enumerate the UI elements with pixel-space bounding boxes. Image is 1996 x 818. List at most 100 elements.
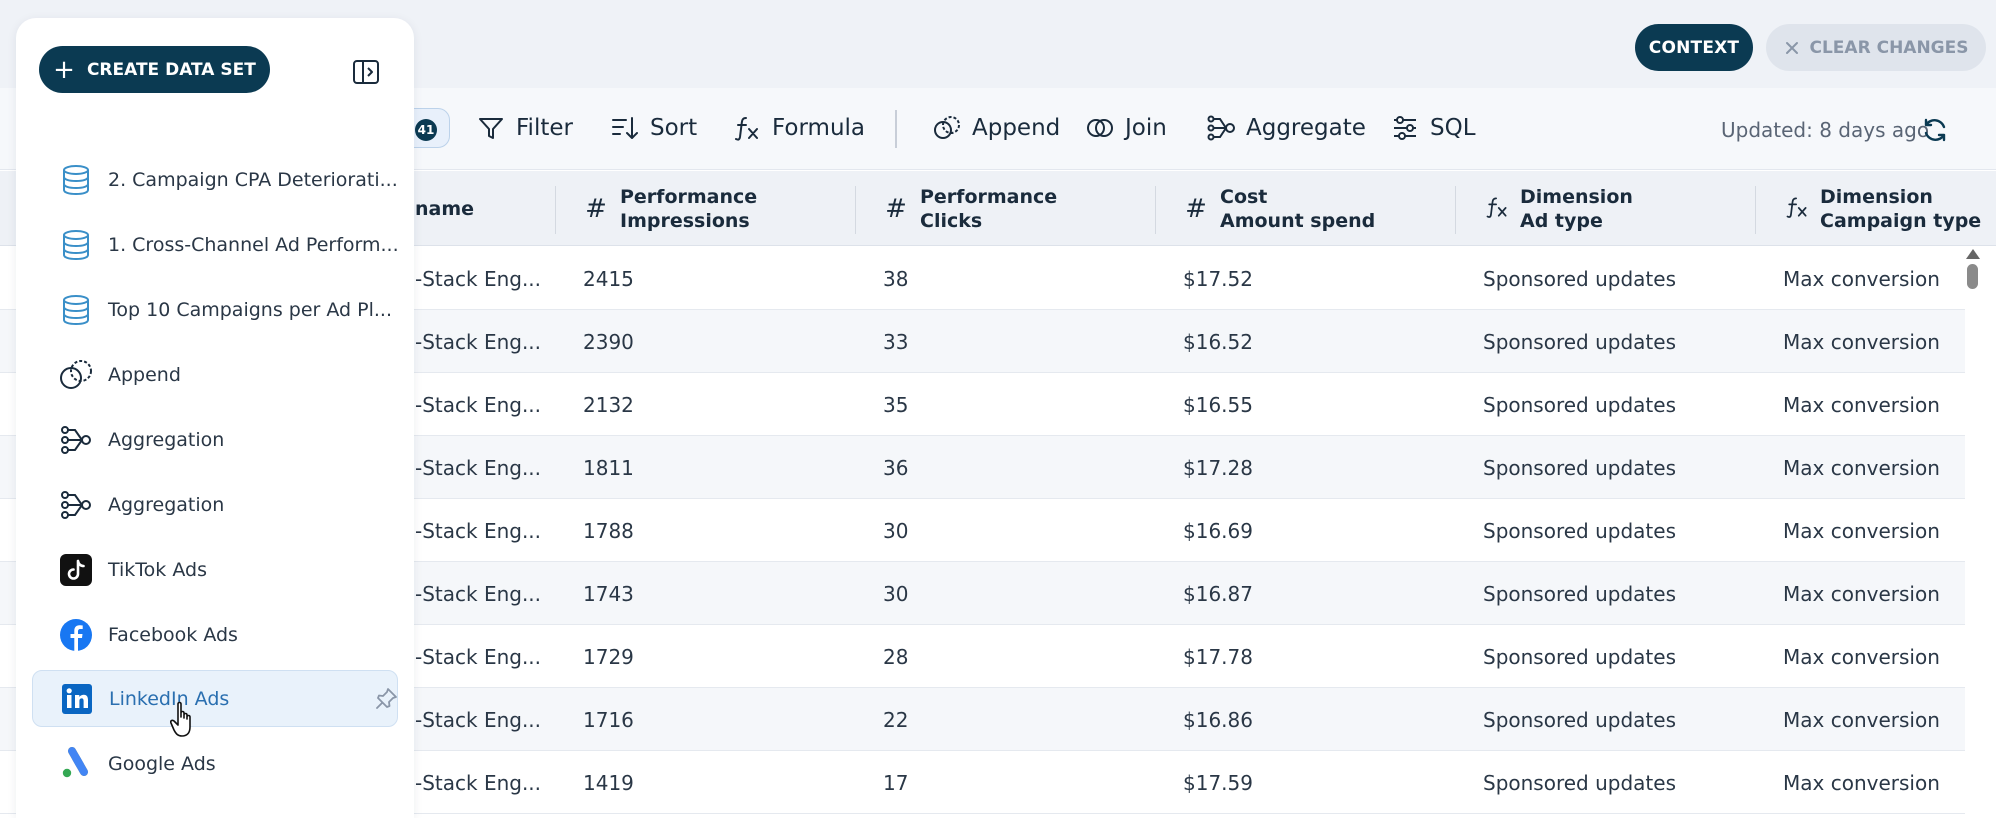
sql-button[interactable]: SQL	[1390, 107, 1476, 149]
cell-campaign-type[interactable]: Max conversion	[1783, 436, 1940, 499]
cell-campaign-type[interactable]: Max conversion	[1783, 373, 1940, 436]
sidebar-item-top-10-campaigns[interactable]: Top 10 Campaigns per Ad Pl...	[32, 281, 398, 338]
cell-clicks[interactable]: 35	[883, 373, 908, 436]
collapse-sidebar-icon[interactable]	[352, 58, 380, 86]
cell-amount-spend[interactable]: $17.78	[1183, 625, 1253, 688]
cell-amount-spend[interactable]: $16.55	[1183, 373, 1253, 436]
cell-ad-type[interactable]: Sponsored updates	[1483, 499, 1676, 562]
cell-impressions[interactable]: 2132	[583, 373, 634, 436]
sidebar-item-cross-channel[interactable]: 1. Cross-Channel Ad Perform...	[32, 216, 399, 273]
column-header-name[interactable]: name	[415, 171, 474, 246]
refresh-icon[interactable]	[1921, 116, 1949, 144]
column-separator[interactable]	[1455, 186, 1456, 234]
cell-impressions[interactable]: 1716	[583, 688, 634, 751]
filter-icon	[479, 118, 503, 139]
pin-icon[interactable]	[373, 686, 399, 712]
cell-campaign-type[interactable]: Max conversion	[1783, 625, 1940, 688]
cell-impressions[interactable]: 1811	[583, 436, 634, 499]
cell-campaign-type[interactable]: Max conversion	[1783, 247, 1940, 310]
join-button[interactable]: Join	[1085, 107, 1167, 149]
cell-amount-spend[interactable]: $17.59	[1183, 751, 1253, 814]
cell-impressions[interactable]: 2415	[583, 247, 634, 310]
cell-campaign-type[interactable]: Max conversion	[1783, 310, 1940, 373]
filter-button[interactable]: Filter	[476, 107, 573, 149]
sidebar-item-linkedin-ads[interactable]: LinkedIn Ads	[32, 670, 398, 727]
cell-name[interactable]: -Stack Eng...	[415, 562, 541, 625]
sidebar-item-label: 1. Cross-Channel Ad Perform...	[108, 233, 399, 256]
column-header-clicks[interactable]: # Performance Clicks	[884, 171, 1057, 246]
sort-button[interactable]: Sort	[610, 107, 697, 149]
clear-changes-label: CLEAR CHANGES	[1809, 37, 1969, 58]
sidebar-item-aggregation[interactable]: Aggregation	[32, 476, 398, 533]
column-separator[interactable]	[555, 186, 556, 234]
cell-clicks[interactable]: 30	[883, 499, 908, 562]
cell-name[interactable]: -Stack Eng...	[415, 688, 541, 751]
cell-impressions[interactable]: 1729	[583, 625, 634, 688]
cell-ad-type[interactable]: Sponsored updates	[1483, 562, 1676, 625]
cell-ad-type[interactable]: Sponsored updates	[1483, 310, 1676, 373]
column-header-campaign-type[interactable]: Dimension Campaign type	[1784, 171, 1981, 246]
cell-name[interactable]: -Stack Eng...	[415, 310, 541, 373]
cell-impressions[interactable]: 1419	[583, 751, 634, 814]
cell-impressions[interactable]: 2390	[583, 310, 634, 373]
cell-amount-spend[interactable]: $17.52	[1183, 247, 1253, 310]
cell-campaign-type[interactable]: Max conversion	[1783, 562, 1940, 625]
cell-amount-spend[interactable]: $17.28	[1183, 436, 1253, 499]
sidebar-item-google-ads[interactable]: Google Ads	[32, 735, 398, 792]
sidebar-item-facebook-ads[interactable]: Facebook Ads	[32, 606, 398, 663]
cell-clicks[interactable]: 28	[883, 625, 908, 688]
cell-name[interactable]: -Stack Eng...	[415, 625, 541, 688]
cell-clicks[interactable]: 36	[883, 436, 908, 499]
cell-clicks[interactable]: 22	[883, 688, 908, 751]
cell-amount-spend[interactable]: $16.87	[1183, 562, 1253, 625]
column-separator[interactable]	[1755, 186, 1756, 234]
cell-impressions[interactable]: 1788	[583, 499, 634, 562]
context-button[interactable]: CONTEXT	[1635, 24, 1753, 71]
cell-amount-spend[interactable]: $16.69	[1183, 499, 1253, 562]
cell-impressions[interactable]: 1743	[583, 562, 634, 625]
sql-label: SQL	[1430, 115, 1476, 141]
sidebar-item-campaign-cpa[interactable]: 2. Campaign CPA Deteriorati...	[32, 151, 398, 208]
sidebar-item-append[interactable]: Append	[32, 346, 398, 403]
cell-ad-type[interactable]: Sponsored updates	[1483, 751, 1676, 814]
column-header-amount-spend[interactable]: # Cost Amount spend	[1184, 171, 1375, 246]
clear-changes-button[interactable]: CLEAR CHANGES	[1766, 24, 1986, 71]
cell-ad-type[interactable]: Sponsored updates	[1483, 247, 1676, 310]
cell-clicks[interactable]: 30	[883, 562, 908, 625]
sort-icon	[612, 117, 638, 139]
scroll-thumb[interactable]	[1967, 264, 1978, 289]
cell-amount-spend[interactable]: $16.86	[1183, 688, 1253, 751]
cell-name[interactable]: -Stack Eng...	[415, 751, 541, 814]
cell-campaign-type[interactable]: Max conversion	[1783, 688, 1940, 751]
column-header-ad-type[interactable]: Dimension Ad type	[1484, 171, 1633, 246]
cell-name[interactable]: -Stack Eng...	[415, 247, 541, 310]
cell-amount-spend[interactable]: $16.52	[1183, 310, 1253, 373]
cell-ad-type[interactable]: Sponsored updates	[1483, 436, 1676, 499]
column-header-impressions[interactable]: # Performance Impressions	[584, 171, 757, 246]
cell-name[interactable]: -Stack Eng...	[415, 373, 541, 436]
aggregation-icon	[59, 488, 93, 522]
join-icon	[1087, 119, 1113, 137]
formula-button[interactable]: Formula	[732, 107, 865, 149]
column-separator[interactable]	[1155, 186, 1156, 234]
sidebar-item-tiktok-ads[interactable]: TikTok Ads	[32, 541, 398, 598]
cell-clicks[interactable]: 17	[883, 751, 908, 814]
cell-ad-type[interactable]: Sponsored updates	[1483, 688, 1676, 751]
toolbar-divider	[895, 110, 897, 148]
cell-campaign-type[interactable]: Max conversion	[1783, 499, 1940, 562]
cell-name[interactable]: -Stack Eng...	[415, 436, 541, 499]
cell-campaign-type[interactable]: Max conversion	[1783, 751, 1940, 814]
cell-ad-type[interactable]: Sponsored updates	[1483, 625, 1676, 688]
create-data-set-button[interactable]: + CREATE DATA SET	[39, 46, 270, 93]
sidebar-item-aggregation[interactable]: Aggregation	[32, 411, 398, 468]
cell-clicks[interactable]: 33	[883, 310, 908, 373]
append-button[interactable]: Append	[932, 107, 1060, 149]
column-separator[interactable]	[855, 186, 856, 234]
aggregate-button[interactable]: Aggregate	[1206, 107, 1366, 149]
vertical-scrollbar[interactable]	[1962, 247, 1982, 817]
scroll-up-arrow[interactable]	[1966, 249, 1980, 259]
cell-name[interactable]: -Stack Eng...	[415, 499, 541, 562]
cell-clicks[interactable]: 38	[883, 247, 908, 310]
cell-ad-type[interactable]: Sponsored updates	[1483, 373, 1676, 436]
aggregation-icon	[59, 423, 93, 457]
